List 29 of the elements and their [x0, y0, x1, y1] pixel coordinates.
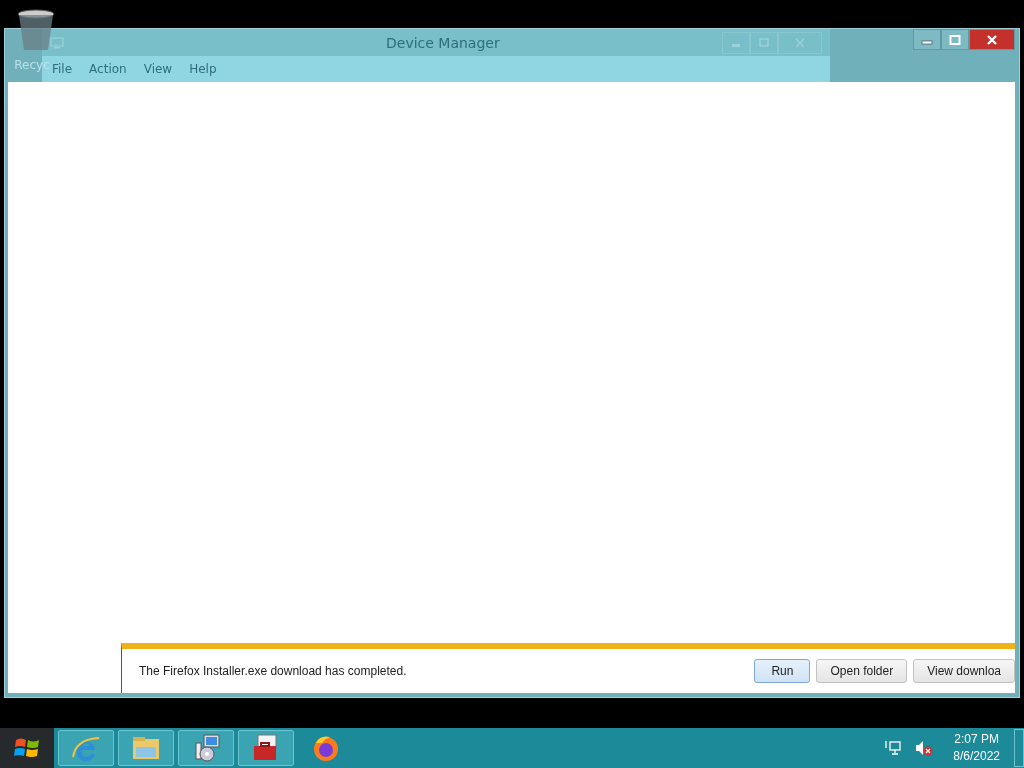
- maximize-icon: [759, 37, 769, 48]
- maximize-icon: [949, 34, 961, 45]
- start-icon: [14, 736, 40, 760]
- maximize-button[interactable]: [941, 29, 969, 50]
- show-desktop-button[interactable]: [1014, 729, 1024, 767]
- computer-icon: [50, 36, 64, 49]
- notification-button[interactable]: Run: [754, 659, 811, 683]
- close-icon: [986, 34, 998, 45]
- close-button[interactable]: [969, 29, 1015, 50]
- notification-button[interactable]: Open folder: [816, 659, 908, 683]
- close-icon: [795, 37, 805, 48]
- start-button[interactable]: [0, 728, 54, 768]
- menu-item[interactable]: View: [143, 62, 173, 76]
- menu-item[interactable]: File: [52, 62, 73, 76]
- notification-message: The Firefox Installer.exe download has completed.: [139, 664, 407, 678]
- menu-item[interactable]: Help: [189, 62, 217, 76]
- clock[interactable]: 2:07 PM 8/6/2022: [953, 731, 1000, 765]
- minimize-button[interactable]: [913, 29, 941, 50]
- minimize-icon: [731, 44, 741, 47]
- window-title: Device Manager: [386, 34, 500, 51]
- taskbar-button[interactable]: [238, 730, 294, 766]
- clock-date: 8/6/2022: [953, 748, 1000, 765]
- recycle-bin-icon[interactable]: [16, 8, 56, 52]
- network-icon[interactable]: [885, 740, 902, 756]
- taskbar-button[interactable]: [178, 730, 234, 766]
- clock-time: 2:07 PM: [954, 731, 999, 748]
- notification-button[interactable]: View downloa: [913, 659, 1015, 683]
- menu-item[interactable]: Action: [89, 62, 127, 76]
- muted-speaker-icon[interactable]: [915, 740, 934, 756]
